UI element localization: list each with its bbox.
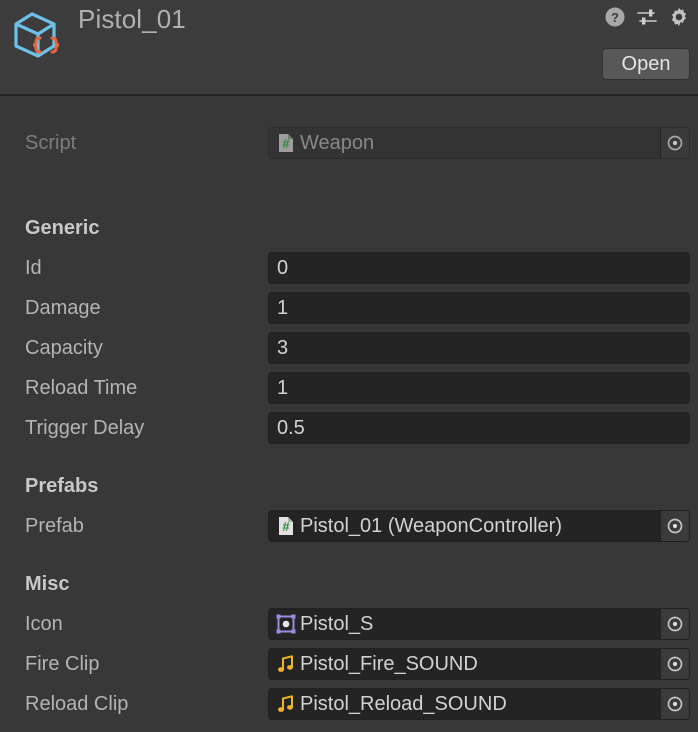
preset-icon[interactable] xyxy=(636,6,658,28)
header-icon-group: ? xyxy=(604,6,690,28)
field-input-damage[interactable]: 1 xyxy=(268,292,690,324)
open-button[interactable]: Open xyxy=(602,48,690,80)
fire-clip-object-picker[interactable] xyxy=(660,649,689,679)
field-row-prefab: Prefab # Pistol_01 (WeaponController) xyxy=(0,506,698,546)
script-value: Weapon xyxy=(300,131,375,154)
field-object-reload-clip[interactable]: Pistol_Reload_SOUND xyxy=(268,688,690,720)
section-header-generic: Generic xyxy=(0,208,698,248)
script-object-field: # Weapon xyxy=(268,127,690,159)
section-title: Generic xyxy=(25,217,100,239)
gear-icon[interactable] xyxy=(668,6,690,28)
audioclip-icon xyxy=(275,693,297,715)
field-label-trigger-delay: Trigger Delay xyxy=(25,417,145,439)
field-value-icon: Pistol_S xyxy=(300,612,374,635)
inspector-header: Pistol_01 ? Open xyxy=(0,0,698,96)
svg-text:#: # xyxy=(282,136,290,151)
inspector-body: Script # Weapon Generic Id 0 Damage 1 Ca… xyxy=(0,96,698,724)
field-label-fire-clip: Fire Clip xyxy=(25,653,100,675)
field-label-damage: Damage xyxy=(25,297,101,319)
section-header-prefabs: Prefabs xyxy=(0,466,698,506)
inspector-window: Pistol_01 ? Open Script # Weapon Generic… xyxy=(0,0,698,732)
field-row-icon: Icon Pistol_S xyxy=(0,604,698,644)
field-input-trigger-delay[interactable]: 0.5 xyxy=(268,412,690,444)
field-row-id: Id 0 xyxy=(0,248,698,288)
field-label-id: Id xyxy=(25,257,42,279)
reload-clip-object-picker[interactable] xyxy=(660,689,689,719)
spacer-generic-prefabs xyxy=(0,448,698,466)
field-object-icon[interactable]: Pistol_S xyxy=(268,608,690,640)
svg-text:#: # xyxy=(282,519,290,534)
field-object-fire-clip[interactable]: Pistol_Fire_SOUND xyxy=(268,648,690,680)
field-value-prefab: Pistol_01 (WeaponController) xyxy=(300,514,562,537)
spacer-script-generic xyxy=(0,163,698,208)
field-input-capacity[interactable]: 3 xyxy=(268,332,690,364)
script-object-picker xyxy=(660,128,689,158)
sprite-icon xyxy=(275,613,297,635)
spacer-top xyxy=(0,96,698,123)
page-title: Pistol_01 xyxy=(78,4,186,34)
field-object-prefab[interactable]: # Pistol_01 (WeaponController) xyxy=(268,510,690,542)
section-header-misc: Misc xyxy=(0,564,698,604)
spacer-prefabs-misc xyxy=(0,546,698,564)
field-value-reload-clip: Pistol_Reload_SOUND xyxy=(300,692,507,715)
field-input-id[interactable]: 0 xyxy=(268,252,690,284)
svg-text:?: ? xyxy=(611,10,619,25)
field-row-capacity: Capacity 3 xyxy=(0,328,698,368)
script-label: Script xyxy=(25,132,77,154)
field-value-fire-clip: Pistol_Fire_SOUND xyxy=(300,652,478,675)
field-row-script: Script # Weapon xyxy=(0,123,698,163)
audioclip-icon xyxy=(275,653,297,675)
icon-object-picker[interactable] xyxy=(660,609,689,639)
section-title: Misc xyxy=(25,573,70,595)
csharp-script-icon: # xyxy=(275,515,297,537)
field-row-trigger-delay: Trigger Delay 0.5 xyxy=(0,408,698,448)
field-label-capacity: Capacity xyxy=(25,337,103,359)
section-title: Prefabs xyxy=(25,475,99,497)
field-label-reload-time: Reload Time xyxy=(25,377,138,399)
field-row-fire-clip: Fire Clip Pistol_Fire_SOUND xyxy=(0,644,698,684)
csharp-script-icon: # xyxy=(275,132,297,154)
field-label-icon: Icon xyxy=(25,613,63,635)
field-label-reload-clip: Reload Clip xyxy=(25,693,129,715)
field-row-damage: Damage 1 xyxy=(0,288,698,328)
field-row-reload-time: Reload Time 1 xyxy=(0,368,698,408)
prefab-object-picker[interactable] xyxy=(660,511,689,541)
help-icon[interactable]: ? xyxy=(604,6,626,28)
field-input-reload-time[interactable]: 1 xyxy=(268,372,690,404)
field-label-prefab: Prefab xyxy=(25,515,84,537)
field-row-reload-clip: Reload Clip Pistol_Reload_SOUND xyxy=(0,684,698,724)
scriptableobject-cube-icon xyxy=(10,8,66,64)
